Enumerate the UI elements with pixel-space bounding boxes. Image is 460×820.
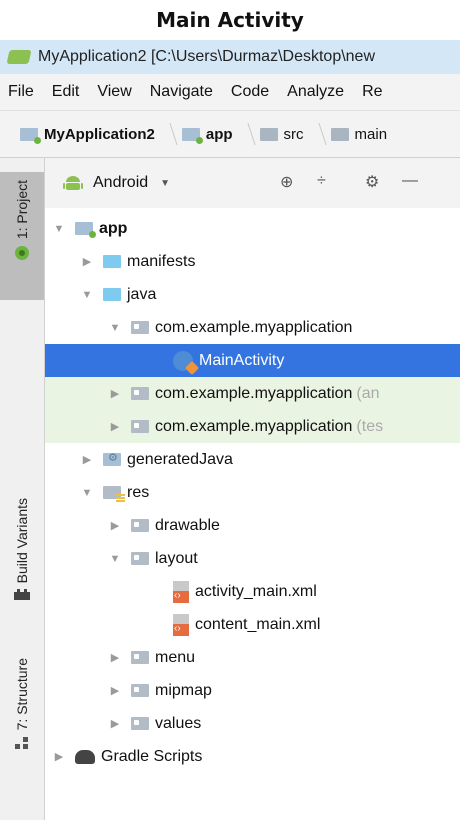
tab-project[interactable]: 1: Project [0,172,44,300]
breadcrumb-main[interactable]: main [330,126,387,143]
tree-node-content-main-xml[interactable]: content_main.xml [45,608,460,641]
menu-file[interactable]: File [8,83,34,101]
menu-navigate[interactable]: Navigate [150,83,213,101]
folder-icon [330,127,349,141]
chevron-down-icon[interactable]: ▼ [160,178,170,189]
breadcrumb: MyApplication2 app src main [0,111,460,158]
gradle-elephant-icon [75,749,95,764]
activity-class-icon [173,350,193,371]
folder-icon [131,717,149,730]
tree-node-menu[interactable]: ▶ menu [45,641,460,674]
chevron-down-icon[interactable]: ▼ [107,553,123,565]
folder-icon [131,651,149,664]
menu-bar: File Edit View Navigate Code Analyze Re [0,74,460,111]
resource-folder-icon [103,486,125,502]
menu-code[interactable]: Code [231,83,269,101]
window-title-bar[interactable]: MyApplication2 [C:\Users\Durmaz\Desktop\… [0,40,460,74]
menu-refactor[interactable]: Re [362,83,382,101]
chevron-down-icon[interactable]: ▼ [107,322,123,334]
view-mode-select[interactable]: Android [93,174,148,192]
menu-edit[interactable]: Edit [52,83,80,101]
folder-icon [131,552,149,565]
breadcrumb-separator [159,123,178,145]
folder-icon [103,255,121,268]
chevron-right-icon[interactable]: ▶ [51,750,67,763]
build-variants-icon [14,589,30,601]
project-panel-header: Android ▼ ⊕ ÷ ⚙ — [45,158,460,209]
chevron-down-icon[interactable]: ▼ [51,223,67,235]
breadcrumb-separator [236,123,256,145]
package-icon [131,321,149,334]
xml-file-icon [173,613,189,636]
window-title: MyApplication2 [C:\Users\Durmaz\Desktop\… [38,48,376,65]
chevron-right-icon[interactable]: ▶ [79,255,95,268]
tree-node-generated-java[interactable]: ▶ generatedJava [45,443,460,476]
module-folder-icon [75,222,96,238]
chevron-down-icon[interactable]: ▼ [79,289,95,301]
xml-file-icon [173,580,189,603]
chevron-right-icon[interactable]: ▶ [107,420,123,433]
breadcrumb-project[interactable]: MyApplication2 [20,126,155,144]
folder-icon [131,684,149,697]
folder-icon [131,519,149,532]
tree-node-drawable[interactable]: ▶ drawable [45,509,460,542]
tree-node-res[interactable]: ▼ res [45,476,460,509]
folder-icon [259,127,278,141]
breadcrumb-separator [307,123,327,145]
chevron-right-icon[interactable]: ▶ [107,387,123,400]
tree-node-activity-main-xml[interactable]: activity_main.xml [45,575,460,608]
tool-window-sidebar: 1: Project Build Variants 7: Structure [0,158,45,820]
tree-node-values[interactable]: ▶ values [45,707,460,740]
breadcrumb-src[interactable]: src [259,126,304,143]
chevron-right-icon[interactable]: ▶ [107,684,123,697]
structure-icon [15,737,28,750]
figure-caption: Main Activity [156,8,304,32]
package-icon [131,387,149,400]
hide-icon[interactable]: — [402,172,418,190]
generated-folder-icon [103,451,121,466]
gear-icon[interactable]: ⚙ [365,172,379,192]
chevron-right-icon[interactable]: ▶ [79,453,95,466]
tree-node-java[interactable]: ▼ java [45,278,460,311]
tab-structure[interactable]: 7: Structure [0,658,44,778]
chevron-down-icon[interactable]: ▼ [79,487,95,499]
android-studio-logo-icon [6,50,32,64]
tree-node-package-main[interactable]: ▼ com.example.myapplication [45,311,460,344]
menu-analyze[interactable]: Analyze [287,83,344,101]
package-icon [131,420,149,433]
tree-node-main-activity[interactable]: MainActivity [45,344,460,377]
tree-node-package-androidtest[interactable]: ▶ com.example.myapplication (an [45,377,460,410]
android-icon [15,246,29,261]
tree-node-package-test[interactable]: ▶ com.example.myapplication (tes [45,410,460,443]
project-tree: ▼ app ▶ manifests ▼ java ▼ com.example.m… [45,208,460,820]
chevron-right-icon[interactable]: ▶ [107,651,123,664]
android-icon [63,176,83,190]
tree-node-layout[interactable]: ▼ layout [45,542,460,575]
module-folder-icon [181,127,203,144]
folder-icon [103,288,121,301]
tree-node-app[interactable]: ▼ app [45,212,460,245]
tree-node-mipmap[interactable]: ▶ mipmap [45,674,460,707]
menu-view[interactable]: View [97,83,131,101]
tab-build-variants[interactable]: Build Variants [0,498,44,628]
chevron-right-icon[interactable]: ▶ [107,717,123,730]
chevron-right-icon[interactable]: ▶ [107,519,123,532]
tree-node-gradle-scripts[interactable]: ▶ Gradle Scripts [45,740,460,773]
crosshair-icon[interactable]: ⊕ [280,172,293,192]
tree-node-manifests[interactable]: ▶ manifests [45,245,460,278]
project-folder-icon [20,127,41,144]
collapse-icon[interactable]: ÷ [317,172,326,190]
breadcrumb-app[interactable]: app [181,126,233,144]
